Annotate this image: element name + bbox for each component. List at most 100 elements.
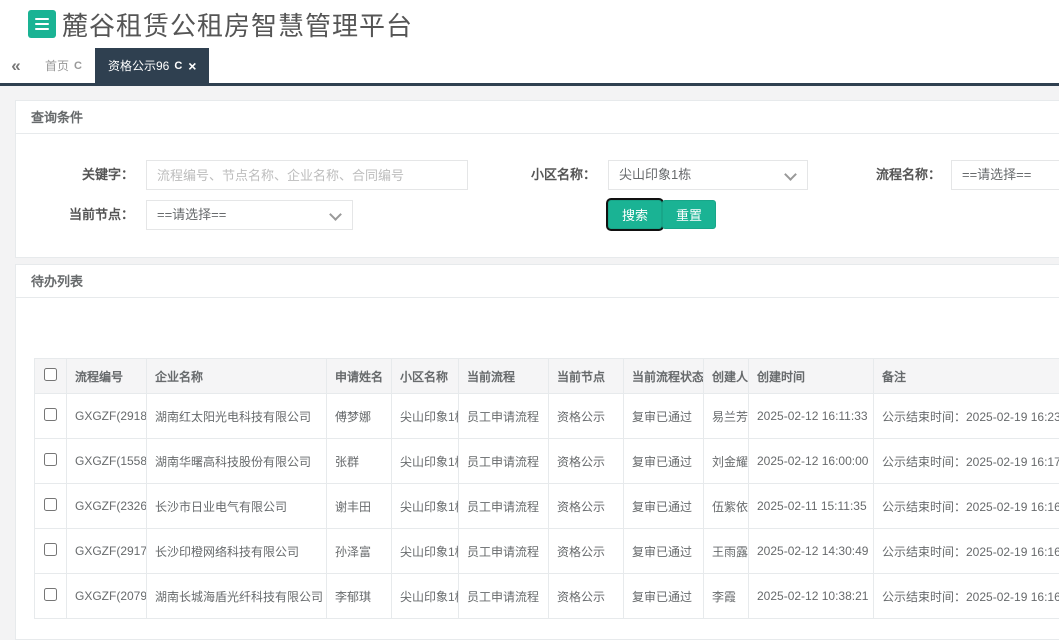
cell-status: 复审已通过 bbox=[624, 439, 704, 484]
cell-created: 2025-02-12 16:11:33 bbox=[749, 394, 874, 439]
query-panel: 查询条件 关键字： 小区名称： 尖山印象1栋 流程名称： ==请选择== 当前节… bbox=[15, 100, 1059, 258]
cell-applicant: 傅梦娜 bbox=[327, 394, 392, 439]
cell-creator: 李霞 bbox=[704, 574, 749, 619]
community-label: 小区名称： bbox=[446, 168, 596, 182]
cell-applicant: 张群 bbox=[327, 439, 392, 484]
cell-creator: 刘金耀 bbox=[704, 439, 749, 484]
table-row: GXGZF(23261)长沙市日业电气有限公司谢丰田尖山印象1栋员工申请流程资格… bbox=[35, 484, 1059, 529]
cell-company: 长沙印橙网络科技有限公司 bbox=[147, 529, 327, 574]
column-header: 创建人 bbox=[704, 359, 749, 394]
todo-table: 流程编号企业名称申请姓名小区名称当前流程当前节点当前流程状态创建人创建时间备注 … bbox=[34, 358, 1059, 619]
cell-community: 尖山印象1栋 bbox=[392, 394, 459, 439]
node-select-value: ==请选择== bbox=[157, 207, 226, 222]
todo-panel: 待办列表 流程编号企业名称申请姓名小区名称当前流程当前节点当前流程状态创建人创建… bbox=[15, 264, 1059, 640]
tab-qualification-publicity[interactable]: 资格公示96 C × bbox=[95, 48, 210, 83]
process-label: 流程名称： bbox=[791, 168, 941, 182]
process-select-value: ==请选择== bbox=[962, 167, 1031, 182]
cell-flow: 员工申请流程 bbox=[459, 484, 549, 529]
cell-company: 湖南华曙高科技股份有限公司 bbox=[147, 439, 327, 484]
row-checkbox-cell bbox=[35, 574, 67, 619]
cell-created: 2025-02-12 16:00:00 bbox=[749, 439, 874, 484]
cell-company: 湖南红太阳光电科技有限公司 bbox=[147, 394, 327, 439]
cell-creator: 易兰芳 bbox=[704, 394, 749, 439]
cell-applicant: 谢丰田 bbox=[327, 484, 392, 529]
collapse-tabs-icon[interactable]: « bbox=[0, 48, 32, 83]
cell-id: GXGZF(29173) bbox=[67, 529, 147, 574]
page-title: 麓谷租赁公租房智慧管理平台 bbox=[62, 6, 413, 43]
cell-community: 尖山印象1栋 bbox=[392, 439, 459, 484]
keyword-input[interactable] bbox=[146, 160, 468, 190]
row-checkbox-cell bbox=[35, 484, 67, 529]
table-header-row: 流程编号企业名称申请姓名小区名称当前流程当前节点当前流程状态创建人创建时间备注 bbox=[35, 359, 1059, 394]
community-select-value: 尖山印象1栋 bbox=[619, 167, 691, 182]
cell-remark: 公示结束时间：2025-02-19 16:16:57 bbox=[874, 484, 1059, 529]
column-header: 创建时间 bbox=[749, 359, 874, 394]
cell-id: GXGZF(23261) bbox=[67, 484, 147, 529]
cell-flow: 员工申请流程 bbox=[459, 574, 549, 619]
cell-status: 复审已通过 bbox=[624, 394, 704, 439]
cell-node: 资格公示 bbox=[549, 574, 624, 619]
reset-button[interactable]: 重置 bbox=[662, 200, 716, 229]
cell-creator: 王雨露 bbox=[704, 529, 749, 574]
cell-id: GXGZF(29185) bbox=[67, 394, 147, 439]
table-row: GXGZF(29173)长沙印橙网络科技有限公司孙泽富尖山印象1栋员工申请流程资… bbox=[35, 529, 1059, 574]
cell-flow: 员工申请流程 bbox=[459, 394, 549, 439]
table-row: GXGZF(29185)湖南红太阳光电科技有限公司傅梦娜尖山印象1栋员工申请流程… bbox=[35, 394, 1059, 439]
query-panel-title: 查询条件 bbox=[16, 101, 1059, 134]
cell-company: 湖南长城海盾光纤科技有限公司 bbox=[147, 574, 327, 619]
tab-home-label: 首页 bbox=[45, 57, 69, 74]
cell-status: 复审已通过 bbox=[624, 529, 704, 574]
cell-applicant: 李郁琪 bbox=[327, 574, 392, 619]
cell-community: 尖山印象1栋 bbox=[392, 574, 459, 619]
cell-remark: 公示结束时间：2025-02-19 16:16:49 bbox=[874, 529, 1059, 574]
close-tab-icon[interactable]: × bbox=[188, 59, 196, 73]
cell-id: GXGZF(15585) bbox=[67, 439, 147, 484]
cell-created: 2025-02-12 10:38:21 bbox=[749, 574, 874, 619]
cell-node: 资格公示 bbox=[549, 484, 624, 529]
column-header: 当前流程状态 bbox=[624, 359, 704, 394]
select-all-checkbox[interactable] bbox=[44, 368, 57, 381]
column-header: 流程编号 bbox=[67, 359, 147, 394]
cell-company: 长沙市日业电气有限公司 bbox=[147, 484, 327, 529]
cell-status: 复审已通过 bbox=[624, 574, 704, 619]
hamburger-icon bbox=[35, 18, 49, 20]
cell-community: 尖山印象1栋 bbox=[392, 484, 459, 529]
tab-qualification-label: 资格公示96 bbox=[108, 57, 169, 74]
cell-node: 资格公示 bbox=[549, 439, 624, 484]
refresh-icon[interactable]: C bbox=[74, 60, 82, 72]
tab-home[interactable]: 首页 C bbox=[32, 48, 95, 83]
todo-table-body: GXGZF(29185)湖南红太阳光电科技有限公司傅梦娜尖山印象1栋员工申请流程… bbox=[35, 394, 1059, 619]
row-checkbox[interactable] bbox=[44, 408, 57, 421]
column-header: 当前节点 bbox=[549, 359, 624, 394]
row-checkbox-cell bbox=[35, 439, 67, 484]
cell-created: 2025-02-11 15:11:35 bbox=[749, 484, 874, 529]
cell-remark: 公示结束时间：2025-02-19 16:17:06 bbox=[874, 439, 1059, 484]
table-row: GXGZF(15585)湖南华曙高科技股份有限公司张群尖山印象1栋员工申请流程资… bbox=[35, 439, 1059, 484]
row-checkbox[interactable] bbox=[44, 588, 57, 601]
todo-panel-title: 待办列表 bbox=[16, 265, 1059, 298]
cell-id: GXGZF(20793) bbox=[67, 574, 147, 619]
cell-flow: 员工申请流程 bbox=[459, 439, 549, 484]
row-checkbox-cell bbox=[35, 529, 67, 574]
process-select[interactable]: ==请选择== bbox=[951, 160, 1059, 190]
row-checkbox[interactable] bbox=[44, 453, 57, 466]
row-checkbox[interactable] bbox=[44, 498, 57, 511]
table-row: GXGZF(20793)湖南长城海盾光纤科技有限公司李郁琪尖山印象1栋员工申请流… bbox=[35, 574, 1059, 619]
row-checkbox-cell bbox=[35, 394, 67, 439]
refresh-icon[interactable]: C bbox=[174, 60, 182, 72]
column-header: 企业名称 bbox=[147, 359, 327, 394]
cell-community: 尖山印象1栋 bbox=[392, 529, 459, 574]
cell-creator: 伍紫依 bbox=[704, 484, 749, 529]
cell-status: 复审已通过 bbox=[624, 484, 704, 529]
node-label: 当前节点： bbox=[16, 208, 134, 222]
row-checkbox[interactable] bbox=[44, 543, 57, 556]
cell-remark: 公示结束时间：2025-02-19 16:16:35 bbox=[874, 574, 1059, 619]
column-header: 备注 bbox=[874, 359, 1059, 394]
top-header-bar: 麓谷租赁公租房智慧管理平台 bbox=[0, 0, 1059, 48]
hamburger-menu-button[interactable] bbox=[28, 10, 56, 38]
cell-created: 2025-02-12 14:30:49 bbox=[749, 529, 874, 574]
node-select[interactable]: ==请选择== bbox=[146, 200, 353, 230]
search-button[interactable]: 搜索 bbox=[608, 200, 662, 229]
cell-flow: 员工申请流程 bbox=[459, 529, 549, 574]
community-select[interactable]: 尖山印象1栋 bbox=[608, 160, 808, 190]
